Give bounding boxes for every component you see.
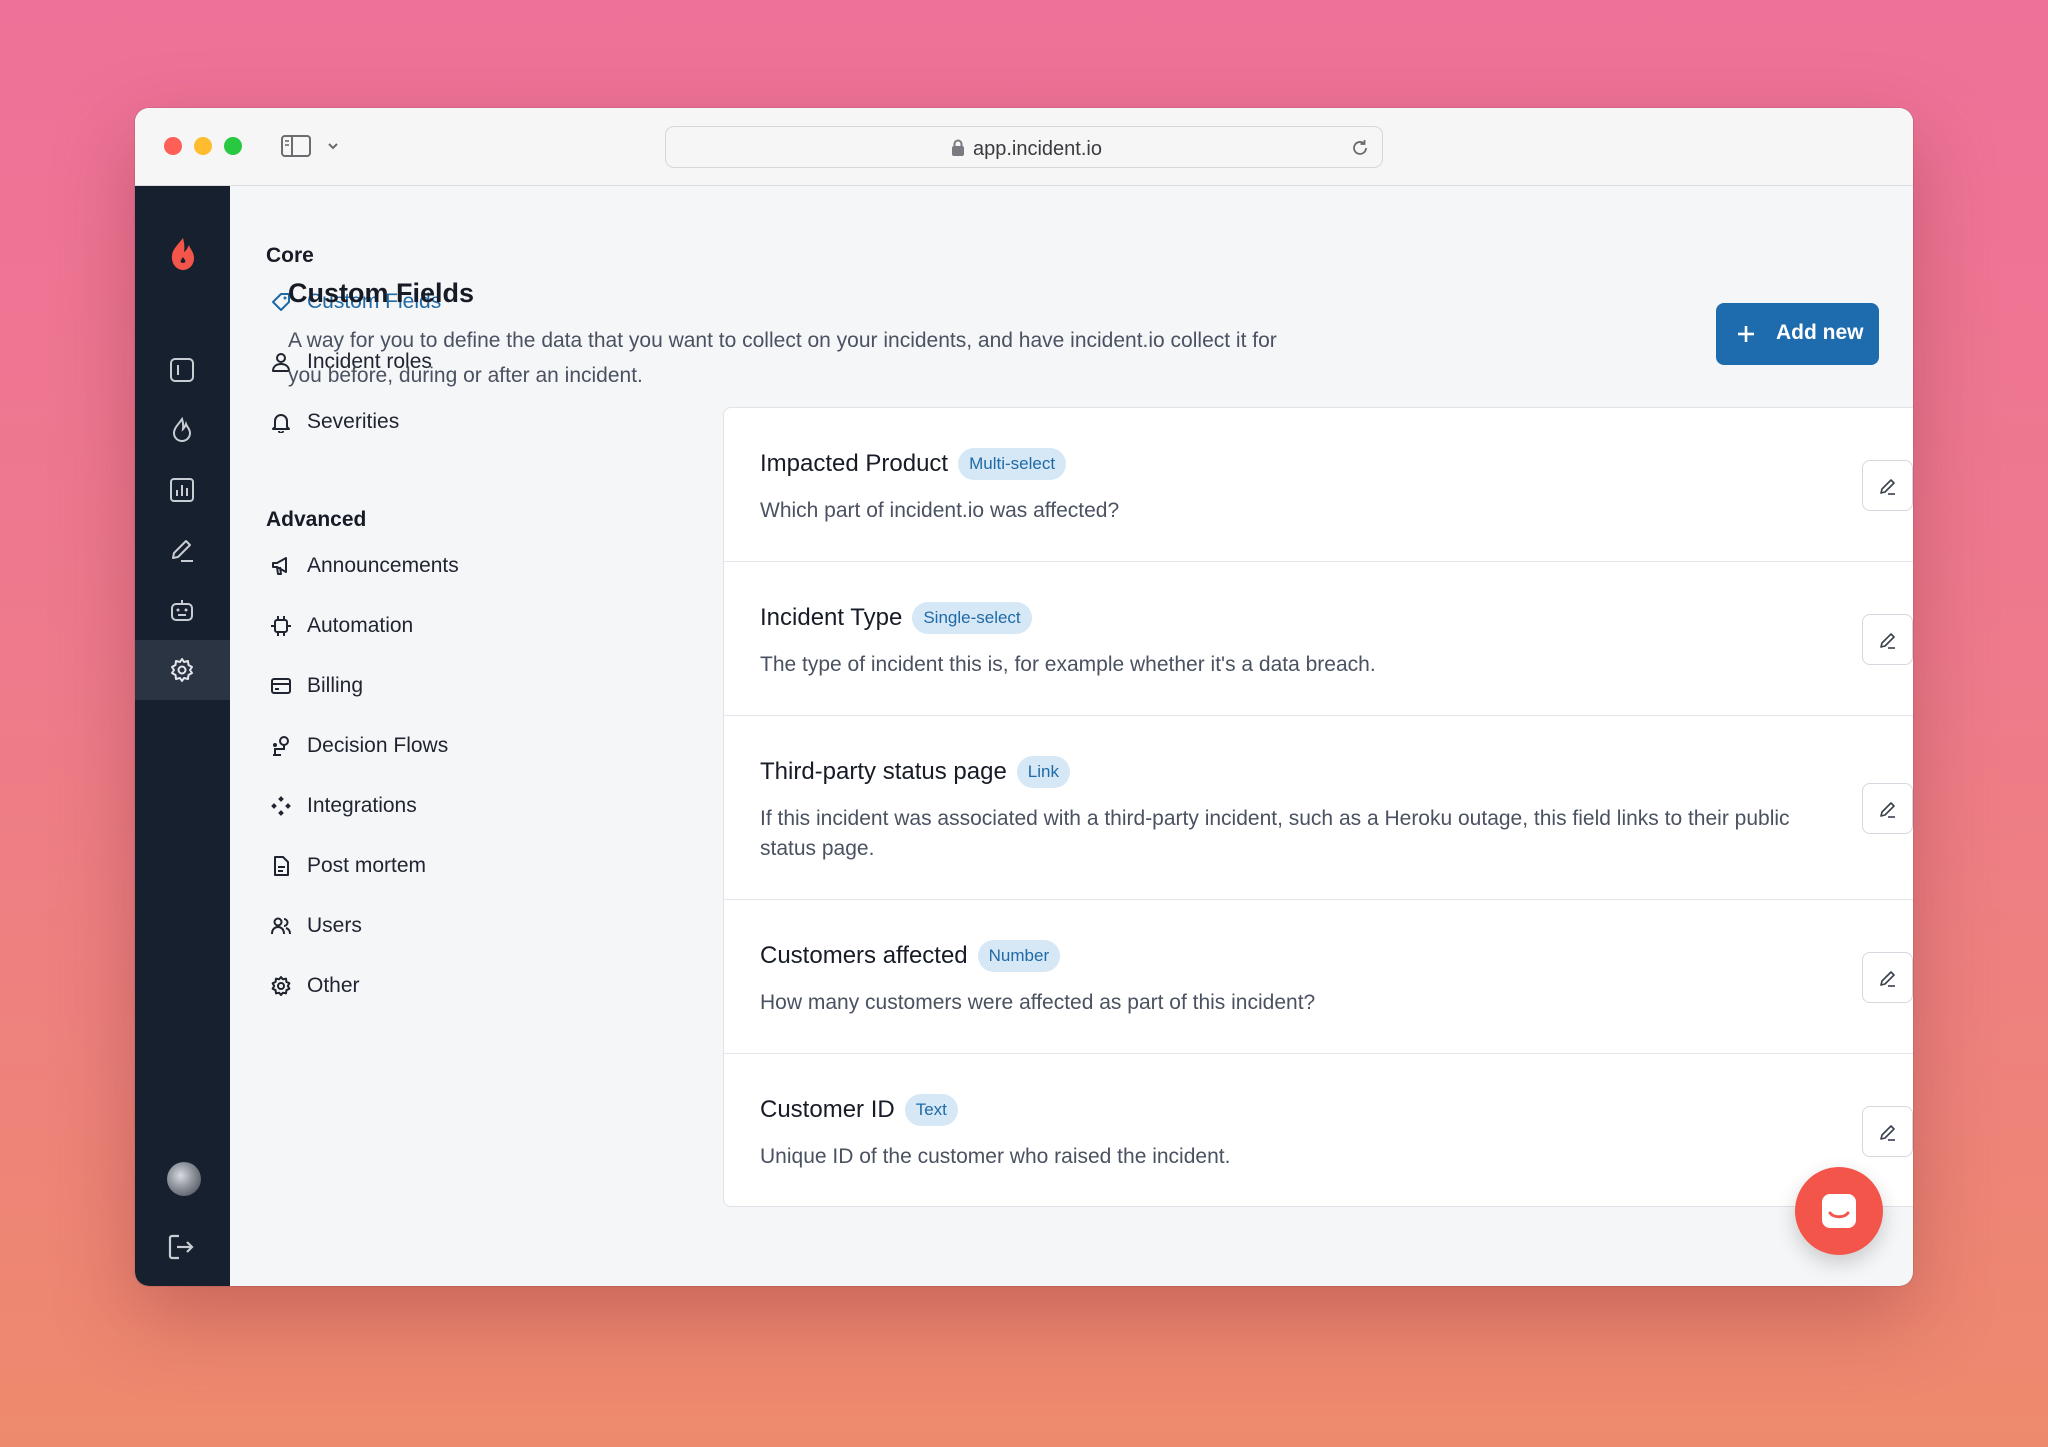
rail-workflows[interactable] [135,580,230,640]
zoom-window-button[interactable] [224,137,242,155]
rail-dashboard[interactable] [135,340,230,400]
bell-icon [272,414,290,433]
nav-item-integrations[interactable]: Integrations [270,786,550,826]
megaphone-icon [272,557,287,575]
nav-item-post-mortem[interactable]: Post mortem [270,846,550,886]
add-new-label: Add new [1776,321,1864,344]
nav-item-label: Integrations [307,794,417,817]
credit-card-icon [271,678,291,694]
field-description: How many customers were affected as part… [760,991,1316,1014]
app-icon-rail [135,186,230,1286]
logout-icon[interactable] [166,1232,196,1262]
field-description: The type of incident this is, for exampl… [760,653,1376,676]
nav-section-advanced: Advanced [266,508,367,531]
reload-icon[interactable] [1350,138,1370,158]
chevron-down-icon[interactable] [325,136,341,156]
nav-item-label: Announcements [307,554,459,577]
edit-field-button[interactable] [1862,1106,1913,1157]
gear-icon [271,976,291,996]
custom-fields-list: Impacted Product Multi-select Which part … [723,407,1913,1207]
users-icon [271,917,291,935]
nav-item-label: Other [307,974,360,997]
field-name: Customers affected [760,942,968,969]
support-chat-button[interactable] [1795,1167,1883,1255]
custom-field-row: Impacted Product Multi-select Which part … [724,408,1913,562]
edit-field-button[interactable] [1862,783,1913,834]
field-name: Third-party status page [760,758,1007,785]
field-type-badge: Single-select [912,602,1032,634]
incident-io-logo-icon[interactable] [168,236,198,272]
field-description: Unique ID of the customer who raised the… [760,1145,1231,1168]
field-type-badge: Multi-select [958,448,1067,480]
edit-field-button[interactable] [1862,614,1913,665]
edit-field-button[interactable] [1862,952,1913,1003]
nav-item-label: Users [307,914,362,937]
nav-item-decision-flows[interactable]: Decision Flows [270,726,550,766]
rail-post-mortems[interactable] [135,520,230,580]
pencil-icon [1880,802,1895,818]
field-type-badge: Link [1016,756,1070,788]
user-avatar[interactable] [167,1162,201,1196]
field-name: Impacted Product [760,450,949,477]
field-description: If this incident was associated with a t… [760,807,1790,860]
nav-item-label: Billing [307,674,364,697]
gear-icon [171,658,193,682]
pencil-icon [1880,479,1895,495]
nav-item-label: Post mortem [307,854,427,877]
edit-field-button[interactable] [1862,460,1913,511]
chat-icon [1822,1194,1856,1228]
puzzle-icon [271,796,291,816]
decision-tree-icon [273,736,289,756]
document-icon [274,856,289,876]
custom-field-row: Incident Type Single-select The type of i… [724,562,1913,716]
chip-icon [271,616,291,636]
nav-section-core: Core [266,244,314,267]
sidebar-toggle-icon[interactable] [280,132,312,160]
nav-item-label: Decision Flows [307,734,449,757]
flame-icon [172,417,192,443]
nav-item-label: Automation [307,614,414,637]
pencil-icon [1880,971,1895,987]
nav-item-other[interactable]: Other [270,966,550,1006]
close-window-button[interactable] [164,137,182,155]
rail-incidents[interactable] [135,400,230,460]
address-bar[interactable]: app.incident.io [665,126,1383,168]
page-title: Custom Fields [288,278,475,308]
browser-titlebar: app.incident.io [135,108,1913,186]
field-name: Incident Type [760,604,903,631]
chart-icon [170,478,194,502]
nav-item-severities[interactable]: Severities [270,402,550,442]
pencil-icon [172,540,193,562]
custom-field-row: Third-party status page Link If this inci… [724,716,1913,900]
nav-item-announcements[interactable]: Announcements [270,546,550,586]
bot-icon [171,600,193,621]
field-type-badge: Text [904,1094,958,1126]
minimize-window-button[interactable] [194,137,212,155]
rail-insights[interactable] [135,460,230,520]
url-text: app.incident.io [973,138,1102,160]
pencil-icon [1880,633,1895,649]
nav-item-automation[interactable]: Automation [270,606,550,646]
field-description: Which part of incident.io was affected? [760,499,1120,522]
field-type-badge: Number [977,940,1061,972]
page-description: A way for you to define the data that yo… [288,329,1277,387]
nav-item-label: Severities [307,410,400,433]
plus-icon [1738,326,1754,342]
field-name: Customer ID [760,1096,895,1123]
rail-settings[interactable] [135,640,230,700]
nav-item-billing[interactable]: Billing [270,666,550,706]
pencil-icon [1880,1125,1895,1141]
lock-icon [952,139,964,156]
custom-field-row: Customer ID Text Unique ID of the custome… [724,1054,1913,1208]
add-new-button[interactable]: Add new [1716,303,1879,365]
browser-window: app.incident.io Core Custom Fields Incid… [135,108,1913,1286]
dashboard-icon [170,358,194,382]
nav-item-users[interactable]: Users [270,906,550,946]
custom-field-row: Customers affected Number How many custom… [724,900,1913,1054]
